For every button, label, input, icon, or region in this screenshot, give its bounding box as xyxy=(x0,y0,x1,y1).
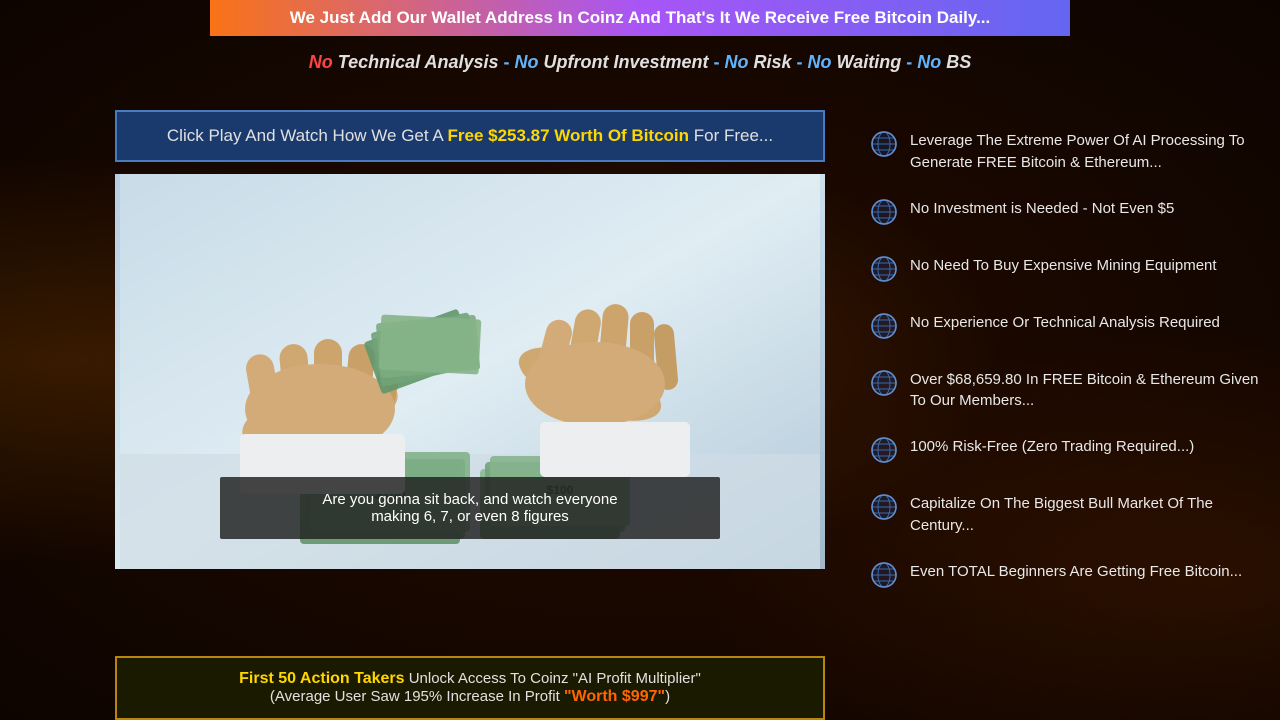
promo-worth: "Worth $997" xyxy=(564,688,665,705)
promo-bar-line1: First 50 Action Takers Unlock Access To … xyxy=(137,670,803,688)
globe-icon-5 xyxy=(870,436,898,469)
promo-text2: (Average User Saw 195% Increase In Profi… xyxy=(270,688,564,705)
feature-item-5: 100% Risk-Free (Zero Trading Required...… xyxy=(870,436,1260,469)
tagline-part3: Risk xyxy=(749,52,797,72)
tagline-dash3: - xyxy=(797,52,808,72)
cta-label-amount: Free $253.87 Worth Of Bitcoin xyxy=(448,126,690,145)
promo-bar-line2: (Average User Saw 195% Increase In Profi… xyxy=(137,688,803,706)
tagline-no2: No xyxy=(515,52,539,72)
tagline-row: No Technical Analysis - No Upfront Inves… xyxy=(0,52,1280,73)
feature-text-3: No Experience Or Technical Analysis Requ… xyxy=(910,312,1220,334)
promo-first50: First 50 Action Takers xyxy=(239,670,404,687)
globe-icon-1 xyxy=(870,198,898,231)
video-player[interactable]: $100 $100 xyxy=(115,174,825,569)
globe-icon-7 xyxy=(870,561,898,594)
promo-bar: First 50 Action Takers Unlock Access To … xyxy=(115,656,825,720)
cta-label-end: For Free... xyxy=(689,126,773,145)
feature-item-6: Capitalize On The Biggest Bull Market Of… xyxy=(870,493,1260,537)
cta-label-start: Click Play And Watch How We Get A xyxy=(167,126,448,145)
subtitle-line2: making 6, 7, or even 8 figures xyxy=(260,508,680,525)
feature-item-2: No Need To Buy Expensive Mining Equipmen… xyxy=(870,255,1260,288)
promo-text3: ) xyxy=(665,688,670,705)
feature-text-1: No Investment is Needed - Not Even $5 xyxy=(910,198,1174,220)
feature-item-3: No Experience Or Technical Analysis Requ… xyxy=(870,312,1260,345)
cta-button[interactable]: Click Play And Watch How We Get A Free $… xyxy=(115,110,825,162)
feature-item-1: No Investment is Needed - Not Even $5 xyxy=(870,198,1260,231)
globe-icon-3 xyxy=(870,312,898,345)
feature-text-7: Even TOTAL Beginners Are Getting Free Bi… xyxy=(910,561,1242,583)
globe-icon-0 xyxy=(870,130,898,163)
tagline-part5: BS xyxy=(941,52,971,72)
globe-icon-4 xyxy=(870,369,898,402)
feature-text-6: Capitalize On The Biggest Bull Market Of… xyxy=(910,493,1260,537)
feature-text-4: Over $68,659.80 In FREE Bitcoin & Ethere… xyxy=(910,369,1260,413)
tagline-dash1: - xyxy=(504,52,515,72)
features-container: Leverage The Extreme Power Of AI Process… xyxy=(870,130,1260,594)
tagline-no5: No xyxy=(917,52,941,72)
tagline-part1: Technical Analysis xyxy=(333,52,504,72)
top-banner-text: We Just Add Our Wallet Address In Coinz … xyxy=(290,8,991,27)
tagline-no4: No xyxy=(808,52,832,72)
tagline-dash4: - xyxy=(906,52,917,72)
feature-text-2: No Need To Buy Expensive Mining Equipmen… xyxy=(910,255,1217,277)
left-column: Click Play And Watch How We Get A Free $… xyxy=(115,110,825,569)
subtitle-line1: Are you gonna sit back, and watch everyo… xyxy=(260,491,680,508)
video-subtitle: Are you gonna sit back, and watch everyo… xyxy=(220,477,720,539)
feature-text-0: Leverage The Extreme Power Of AI Process… xyxy=(910,130,1260,174)
tagline-dash2: - xyxy=(714,52,725,72)
tagline-no1: No xyxy=(309,52,333,72)
feature-item-0: Leverage The Extreme Power Of AI Process… xyxy=(870,130,1260,174)
tagline-part2: Upfront Investment xyxy=(539,52,714,72)
globe-icon-6 xyxy=(870,493,898,526)
tagline-no3: No xyxy=(725,52,749,72)
feature-text-5: 100% Risk-Free (Zero Trading Required...… xyxy=(910,436,1194,458)
features-list: Leverage The Extreme Power Of AI Process… xyxy=(870,130,1260,618)
tagline-part4: Waiting xyxy=(832,52,907,72)
globe-icon-2 xyxy=(870,255,898,288)
feature-item-7: Even TOTAL Beginners Are Getting Free Bi… xyxy=(870,561,1260,594)
promo-text1: Unlock Access To Coinz "AI Profit Multip… xyxy=(405,670,701,687)
feature-item-4: Over $68,659.80 In FREE Bitcoin & Ethere… xyxy=(870,369,1260,413)
top-banner: We Just Add Our Wallet Address In Coinz … xyxy=(210,0,1070,36)
